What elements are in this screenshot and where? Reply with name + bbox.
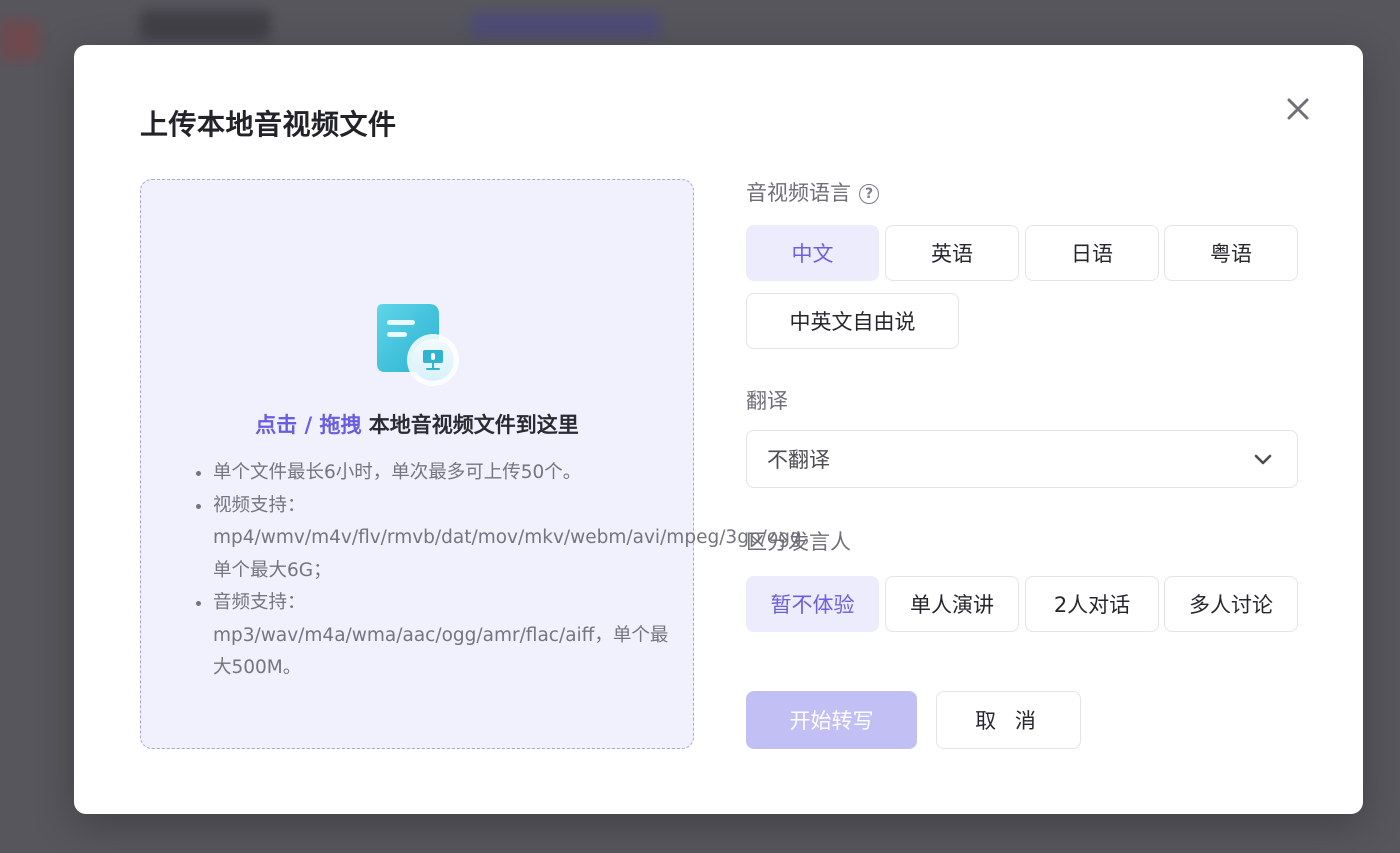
dropzone-instruction: 点击 / 拖拽 本地音视频文件到这里 — [141, 409, 693, 439]
language-option-chinese[interactable]: 中文 — [746, 225, 879, 281]
start-transcribe-button[interactable]: 开始转写 — [746, 691, 917, 749]
rule-item: 音频支持：mp3/wav/m4a/wma/aac/ogg/amr/flac/ai… — [213, 587, 683, 685]
cancel-button[interactable]: 取 消 — [936, 691, 1081, 749]
translation-select[interactable]: 不翻译 — [746, 430, 1298, 488]
speaker-option-multi[interactable]: 多人讨论 — [1164, 576, 1298, 632]
speaker-option-none[interactable]: 暂不体验 — [746, 576, 879, 632]
language-label-text: 音视频语言 — [746, 181, 851, 205]
question-circle-icon[interactable]: ? — [859, 184, 879, 204]
language-option-mixed[interactable]: 中英文自由说 — [746, 293, 959, 349]
rule-item: 单个文件最长6小时，单次最多可上传50个。 — [213, 457, 683, 490]
language-option-japanese[interactable]: 日语 — [1025, 225, 1159, 281]
rule-item: 视频支持：mp4/wmv/m4v/flv/rmvb/dat/mov/mkv/we… — [213, 490, 820, 588]
speaker-label: 区分发言人 — [746, 530, 851, 554]
click-drag-link[interactable]: 点击 / 拖拽 — [255, 413, 361, 437]
translation-value: 不翻译 — [767, 448, 830, 472]
language-option-cantonese[interactable]: 粤语 — [1164, 225, 1298, 281]
close-button[interactable] — [1280, 91, 1316, 127]
language-option-english[interactable]: 英语 — [885, 225, 1019, 281]
dialog-title: 上传本地音视频文件 — [140, 108, 397, 141]
language-label: 音视频语言? — [746, 177, 879, 207]
upload-dropzone[interactable]: 点击 / 拖拽 本地音视频文件到这里 单个文件最长6小时，单次最多可上传50个。… — [140, 179, 820, 749]
audio-file-icon — [377, 304, 459, 386]
dropzone-target-text: 本地音视频文件到这里 — [361, 413, 579, 437]
speaker-option-two[interactable]: 2人对话 — [1025, 576, 1159, 632]
chevron-down-icon — [1254, 454, 1272, 465]
upload-dialog: 上传本地音视频文件 点击 / 拖拽 本地音视频文件到这里 • 单个文件最长6小时… — [74, 45, 1363, 814]
close-icon — [1287, 98, 1309, 120]
speaker-option-single[interactable]: 单人演讲 — [885, 576, 1019, 632]
translation-label: 翻译 — [746, 389, 788, 413]
upload-rules-list: 单个文件最长6小时，单次最多可上传50个。 视频支持：mp4/wmv/m4v/f… — [193, 457, 820, 685]
